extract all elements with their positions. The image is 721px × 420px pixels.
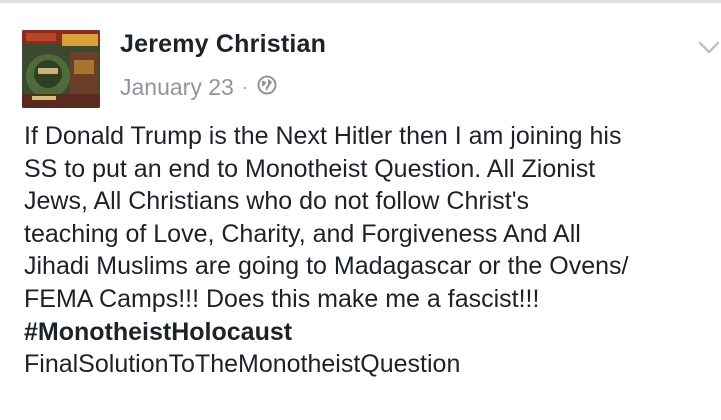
post-date[interactable]: January 23 <box>120 74 234 101</box>
author-name[interactable]: Jeremy Christian <box>120 30 326 59</box>
post-line: SS to put an end to Monotheist Question.… <box>24 154 596 183</box>
hashtag-link[interactable]: #MonotheistHolocaust <box>24 316 721 349</box>
avatar-image <box>22 30 100 108</box>
post-line: Jews, All Christians who do not follow C… <box>24 187 529 216</box>
chevron-down-icon[interactable] <box>694 32 721 62</box>
post-line: If Donald Trump is the Next Hitler then … <box>24 122 622 150</box>
post-line: teaching of Love, Charity, and Forgivene… <box>24 219 581 248</box>
globe-icon[interactable] <box>257 74 277 101</box>
avatar[interactable] <box>22 30 100 108</box>
post-line: Jihadi Muslims are going to Madagascar o… <box>24 252 629 281</box>
post-line: FEMA Camps!!! Does this make me a fascis… <box>24 284 540 313</box>
meta-separator: · <box>241 76 248 97</box>
post-text: If Donald Trump is the Next Hitler then … <box>24 120 721 381</box>
top-divider <box>0 0 721 3</box>
post-meta: January 23 · <box>120 73 277 101</box>
post-line: FinalSolutionToTheMonotheistQuestion <box>24 350 461 379</box>
